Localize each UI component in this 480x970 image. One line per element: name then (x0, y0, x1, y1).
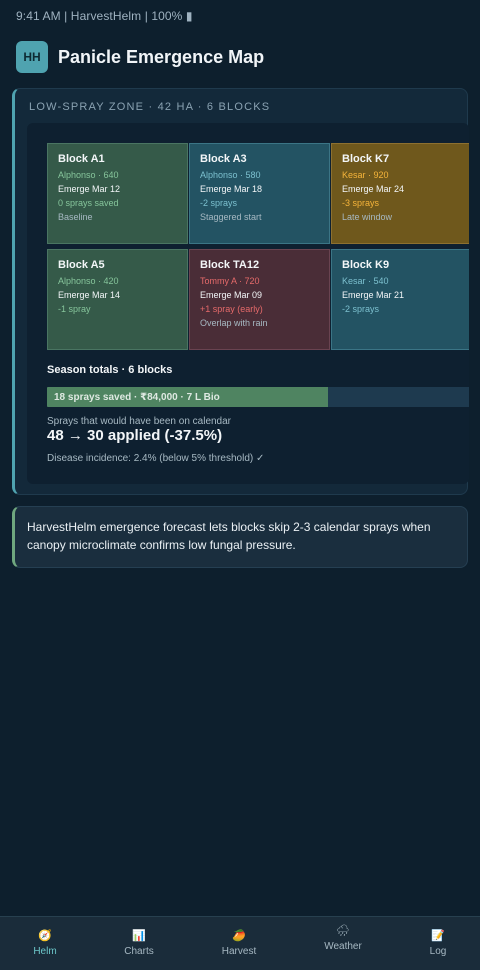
memo-icon: 📝 (431, 930, 445, 942)
block-sprays: +1 spray (early) (200, 304, 263, 314)
zone-label: LOW-SPRAY ZONE · 42 HA · 6 BLOCKS (29, 101, 271, 113)
disease-incidence: Disease incidence: 2.4% (below 5% thresh… (47, 453, 265, 464)
block-sprays: 0 sprays saved (58, 198, 119, 208)
block-note: Late window (342, 212, 393, 222)
nav-label: Harvest (221, 946, 257, 957)
sprays-applied-summary: 48 → 30 applied (-37.5%) (47, 427, 223, 444)
block-variety: Kesar · 920 (342, 170, 389, 180)
block-note: Baseline (58, 212, 93, 222)
block-note: Overlap with rain (200, 318, 268, 328)
block-title: Block K7 (342, 153, 390, 165)
nav-label: Weather (324, 941, 362, 952)
app-logo: HH (16, 41, 48, 73)
block-tile-a5[interactable]: Block A5 Alphonso · 420 Emerge Mar 14 -1… (47, 249, 188, 350)
block-emerge-date: Emerge Mar 18 (200, 184, 263, 194)
zone-card: LOW-SPRAY ZONE · 42 HA · 6 BLOCKS Block … (12, 88, 469, 495)
calendar-sprays-label: Sprays that would have been on calendar (47, 416, 232, 427)
sprays-saved-bar-label: 18 sprays saved · ₹84,000 · 7 L Bio (54, 392, 220, 403)
block-emerge-date: Emerge Mar 09 (200, 290, 263, 300)
block-emerge-date: Emerge Mar 12 (58, 184, 121, 194)
block-sprays: -2 sprays (342, 304, 380, 314)
nav-tab-log[interactable]: 📝 Log (418, 917, 458, 970)
forecast-info-card: HarvestHelm emergence forecast lets bloc… (12, 506, 468, 568)
block-map-panel: Block A1 Alphonso · 640 Emerge Mar 12 0 … (27, 123, 469, 484)
nav-tab-helm[interactable]: 🧭 Helm (20, 917, 70, 970)
block-sprays: -1 spray (58, 304, 91, 314)
block-variety: Alphonso · 640 (58, 170, 119, 180)
block-emerge-date: Emerge Mar 14 (58, 290, 121, 300)
nav-tab-weather[interactable]: 🌧 Weather (314, 917, 372, 970)
block-sprays: -2 sprays (200, 198, 238, 208)
block-variety: Alphonso · 420 (58, 276, 119, 286)
compass-icon: 🧭 (38, 930, 52, 942)
block-emerge-date: Emerge Mar 21 (342, 290, 405, 300)
block-title: Block A1 (58, 153, 105, 165)
status-bar: 9:41 AM | HarvestHelm | 100% ▮ (16, 9, 193, 23)
block-note: Staggered start (200, 212, 262, 222)
nav-tab-harvest[interactable]: 🥭 Harvest (214, 917, 264, 970)
block-sprays: -3 sprays (342, 198, 380, 208)
nav-label: Log (429, 946, 447, 957)
app-header: HH Panicle Emergence Map (16, 41, 264, 73)
block-tile-a3[interactable]: Block A3 Alphonso · 580 Emerge Mar 18 -2… (189, 143, 330, 244)
block-tile-a1[interactable]: Block A1 Alphonso · 640 Emerge Mar 12 0 … (47, 143, 188, 244)
block-variety: Tommy A · 720 (200, 276, 260, 286)
block-title: Block A5 (58, 259, 105, 271)
block-tile-k9[interactable]: Block K9 Kesar · 540 Emerge Mar 21 -2 sp… (331, 249, 469, 350)
nav-label: Helm (33, 946, 57, 957)
block-tile-k7[interactable]: Block K7 Kesar · 920 Emerge Mar 24 -3 sp… (331, 143, 469, 244)
block-variety: Kesar · 540 (342, 276, 389, 286)
bar-chart-icon: 📊 (132, 930, 146, 942)
sprays-saved-bar: 18 sprays saved · ₹84,000 · 7 L Bio (47, 387, 469, 407)
block-title: Block K9 (342, 259, 390, 271)
block-title: Block A3 (200, 153, 247, 165)
nav-label: Charts (124, 946, 154, 957)
rain-cloud-icon: 🌧 (336, 925, 350, 937)
bottom-nav: 🧭 Helm 📊 Charts 🥭 Harvest 🌧 Weather 📝 Lo… (0, 916, 480, 970)
block-tile-ta12[interactable]: Block TA12 Tommy A · 720 Emerge Mar 09 +… (189, 249, 330, 350)
mango-icon: 🥭 (232, 930, 246, 942)
block-title: Block TA12 (200, 259, 260, 271)
page-title: Panicle Emergence Map (58, 46, 265, 67)
block-variety: Alphonso · 580 (200, 170, 261, 180)
season-totals-heading: Season totals · 6 blocks (47, 364, 173, 376)
nav-tab-charts[interactable]: 📊 Charts (114, 917, 164, 970)
block-emerge-date: Emerge Mar 24 (342, 184, 405, 194)
